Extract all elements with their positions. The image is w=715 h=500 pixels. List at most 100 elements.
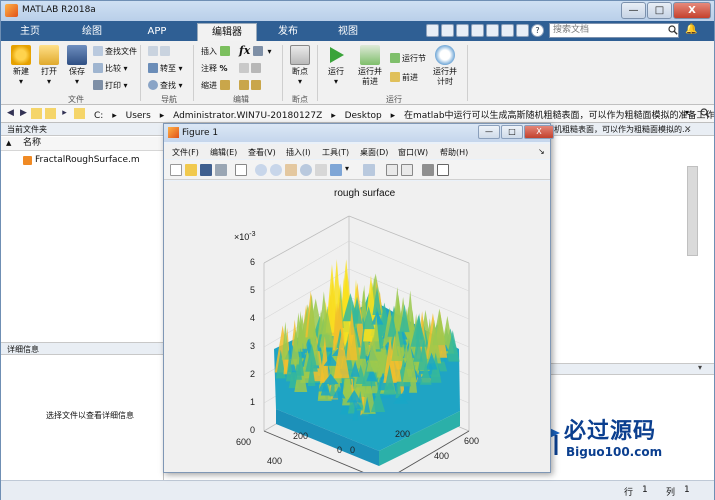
search-icon[interactable]: [668, 25, 678, 35]
open-button[interactable]: 打开 ▾: [35, 45, 63, 87]
folder-path[interactable]: C: ▸ Users ▸ Administrator.WIN7U-2018012…: [94, 108, 715, 121]
save-quick-icon[interactable]: [426, 24, 439, 37]
z-tick-label: 2: [250, 369, 256, 379]
data-cursor-icon[interactable]: [315, 164, 327, 176]
path-segment[interactable]: C:: [94, 111, 103, 121]
menu-view[interactable]: 查看(V): [248, 147, 276, 158]
file-list-item[interactable]: FractalRoughSurface.m: [1, 153, 164, 167]
compare-label: 比较: [105, 64, 121, 73]
undo-icon[interactable]: [486, 24, 499, 37]
menu-desktop[interactable]: 桌面(D): [360, 147, 388, 158]
name-column-header[interactable]: 名称 ▲: [1, 137, 164, 151]
paste-icon[interactable]: [471, 24, 484, 37]
details-panel-title: 详细信息: [1, 342, 164, 355]
path-dropdown-icon[interactable]: ▸: [59, 108, 70, 119]
run-button[interactable]: 运行 ▾: [322, 45, 350, 87]
hide-plot-tools-icon[interactable]: [422, 164, 434, 176]
save-figure-icon[interactable]: [200, 164, 212, 176]
menu-tools[interactable]: 工具(T): [322, 147, 349, 158]
print-button[interactable]: 打印 ▾: [93, 80, 128, 91]
insert-legend-icon[interactable]: [401, 164, 413, 176]
new-figure-icon[interactable]: [170, 164, 182, 176]
redo-icon[interactable]: [501, 24, 514, 37]
help-icon[interactable]: ?: [531, 24, 544, 37]
brush-dropdown-icon[interactable]: ▾: [345, 164, 357, 176]
path-segment[interactable]: Desktop: [345, 111, 382, 121]
menu-insert[interactable]: 插入(I): [286, 147, 311, 158]
insert-colorbar-icon[interactable]: [386, 164, 398, 176]
insert-button[interactable]: 插入: [201, 46, 232, 57]
surface-plot[interactable]: [164, 181, 550, 472]
show-plot-tools-icon[interactable]: [437, 164, 449, 176]
group-label-breakpoints: 断点: [292, 95, 308, 104]
switch-windows-icon[interactable]: [516, 24, 529, 37]
run-and-advance-button[interactable]: 运行并 前进: [354, 45, 386, 87]
indent-more-icons[interactable]: [239, 80, 263, 90]
menu-dock-icon[interactable]: ↘: [538, 147, 545, 156]
edit-plot-icon[interactable]: [235, 164, 247, 176]
run-section-button[interactable]: 运行节: [390, 53, 426, 64]
path-segment[interactable]: Administrator.WIN7U-20180127Z: [173, 111, 322, 121]
tab-view[interactable]: 视图: [327, 23, 369, 41]
comment-button[interactable]: 注释 %: [201, 63, 228, 74]
brush-icon[interactable]: [330, 164, 342, 176]
path-segment[interactable]: 在matlab中运行可以生成高斯随机粗糙表面，可以作为粗糙面模拟的准备工作: [404, 111, 715, 121]
cut-icon[interactable]: [441, 24, 454, 37]
open-file-icon[interactable]: [185, 164, 197, 176]
close-editor-icon[interactable]: ✕: [684, 125, 692, 135]
command-window-menu-icon[interactable]: ▾: [698, 363, 702, 372]
run-and-time-button[interactable]: 运行并 计时: [429, 45, 461, 87]
save-button[interactable]: 保存 ▾: [63, 45, 91, 87]
advance-label: 前进: [402, 73, 418, 82]
forward-arrow-icon[interactable]: ▶: [18, 108, 29, 119]
editor-scrollbar[interactable]: [687, 166, 698, 256]
file-name[interactable]: FractalRoughSurface.m: [35, 153, 140, 167]
x-tick-label: 0: [350, 445, 356, 455]
path-segment[interactable]: Users: [126, 111, 151, 121]
figure-window[interactable]: Figure 1 — □ X 文件(F) 编辑(E) 查看(V) 插入(I) 工…: [163, 123, 554, 473]
figure-maximize-button[interactable]: □: [501, 125, 523, 139]
back-arrow-icon[interactable]: ◀: [5, 108, 16, 119]
zoom-in-icon[interactable]: [255, 164, 267, 176]
menu-window[interactable]: 窗口(W): [398, 147, 428, 158]
maximize-button[interactable]: □: [647, 2, 672, 19]
notification-bell-icon[interactable]: 🔔: [685, 24, 697, 37]
indent-button[interactable]: 缩进: [201, 80, 232, 91]
copy-icon[interactable]: [456, 24, 469, 37]
menu-file[interactable]: 文件(F): [172, 147, 199, 158]
minimize-button[interactable]: —: [621, 2, 646, 19]
axes-area[interactable]: rough surface ×10-3 6 5 4 3 2 1 0 600 40…: [164, 181, 550, 472]
compare-button[interactable]: 比较 ▾: [93, 63, 128, 74]
rotate-3d-icon[interactable]: [300, 164, 312, 176]
search-folder-icon[interactable]: [700, 108, 710, 118]
menu-edit[interactable]: 编辑(E): [210, 147, 237, 158]
tab-editor[interactable]: 编辑器: [197, 23, 257, 41]
print-figure-icon[interactable]: [215, 164, 227, 176]
insert-more-icons[interactable]: ▾: [253, 46, 272, 56]
zoom-out-icon[interactable]: [270, 164, 282, 176]
back-forward-buttons[interactable]: [148, 46, 172, 56]
new-button[interactable]: 新建 ▾: [7, 45, 35, 87]
breakpoints-button[interactable]: 断点 ▾: [286, 45, 314, 87]
tab-apps[interactable]: APP: [136, 23, 178, 41]
tab-plots[interactable]: 绘图: [71, 23, 113, 41]
find-button[interactable]: 查找 ▾: [148, 80, 183, 91]
search-documentation-input[interactable]: 搜索文档: [549, 23, 679, 38]
figure-close-button[interactable]: X: [524, 125, 554, 139]
goto-button[interactable]: 转至 ▾: [148, 63, 183, 74]
link-plot-icon[interactable]: [363, 164, 375, 176]
advance-button[interactable]: 前进: [390, 72, 418, 83]
close-button[interactable]: X: [673, 2, 711, 19]
browse-folder-icon[interactable]: [45, 108, 56, 119]
tab-publish[interactable]: 发布: [267, 23, 309, 41]
comment-more-icons[interactable]: [239, 63, 263, 73]
figure-minimize-button[interactable]: —: [478, 125, 500, 139]
path-history-dropdown-icon[interactable]: ▾: [685, 108, 689, 117]
tab-home[interactable]: 主页: [9, 23, 51, 41]
menu-help[interactable]: 帮助(H): [440, 147, 468, 158]
up-folder-icon[interactable]: [31, 108, 42, 119]
find-files-button[interactable]: 查找文件: [93, 46, 137, 57]
save-label: 保存: [69, 67, 85, 76]
insert-function-icon[interactable]: fx: [239, 44, 250, 57]
pan-icon[interactable]: [285, 164, 297, 176]
